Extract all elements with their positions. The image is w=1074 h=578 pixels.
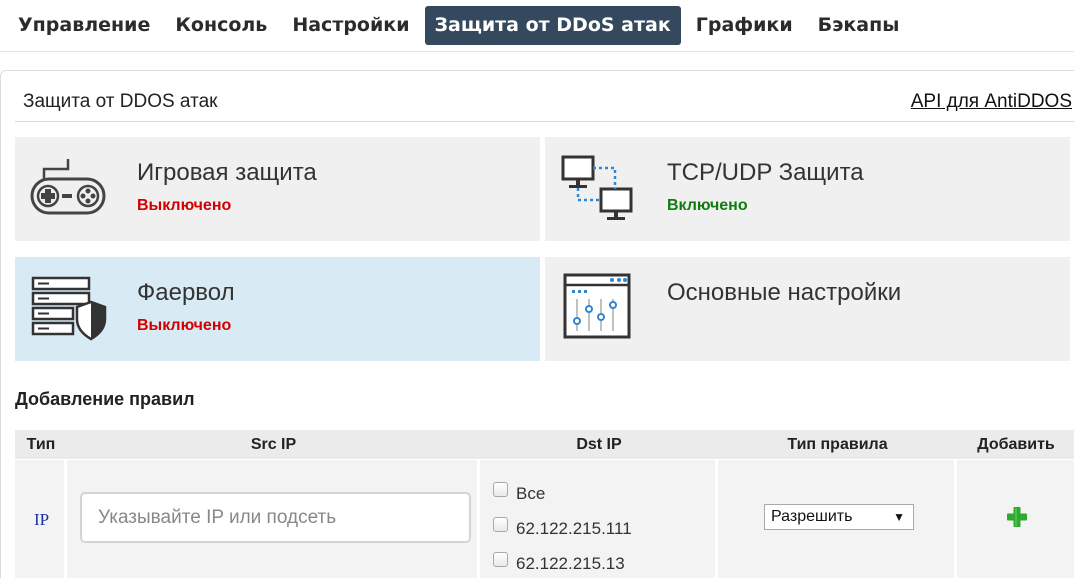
top-navigation: Управление Консоль Настройки Защита от D… xyxy=(0,0,1074,52)
table-row: IP Указывайте IP или подсеть Все 62.122.… xyxy=(15,460,1074,578)
add-rules-title: Добавление правил xyxy=(15,389,195,409)
checkbox[interactable] xyxy=(493,516,508,532)
nav-tab-backups[interactable]: Бэкапы xyxy=(808,6,910,45)
rule-type-cell: Разрешить ▼ xyxy=(718,460,957,578)
header-add: Добавить xyxy=(977,436,1055,453)
plus-icon[interactable] xyxy=(1006,506,1028,528)
tile-title: TCP/UDP Защита xyxy=(667,159,864,186)
divider xyxy=(15,121,1074,122)
dst-option-ip-1[interactable]: 62.122.215.111 xyxy=(493,516,632,539)
tile-title: Игровая защита xyxy=(137,159,317,186)
dst-ip-cell: Все 62.122.215.111 62.122.215.13 xyxy=(480,460,718,578)
type-link[interactable]: IP xyxy=(34,510,49,530)
nav-tab-settings[interactable]: Настройки xyxy=(282,6,419,45)
header-type: Тип xyxy=(26,436,56,453)
dst-option-all[interactable]: Все xyxy=(493,481,546,504)
status-label: Выключено xyxy=(137,197,232,214)
dst-option-label: 62.122.215.13 xyxy=(516,554,625,573)
tile-firewall[interactable]: Фаервол Выключено xyxy=(15,257,540,361)
firewall-icon xyxy=(31,276,107,341)
src-ip-input[interactable]: Указывайте IP или подсеть xyxy=(80,492,471,543)
panel-title: Защита от DDOS атак xyxy=(23,91,218,112)
nav-tab-graphs[interactable]: Графики xyxy=(686,6,803,45)
nav-tab-management[interactable]: Управление xyxy=(8,6,160,45)
checkbox[interactable] xyxy=(493,481,508,497)
rules-table: Тип Src IP Dst IP Тип правила Добавить I… xyxy=(15,430,1074,578)
api-antiddos-link[interactable]: API для AntiDDOS xyxy=(911,91,1072,113)
gamepad-icon xyxy=(30,159,106,215)
status-label: Включено xyxy=(667,197,748,214)
dropdown-arrow-icon: ▼ xyxy=(893,510,905,524)
header-rule-type: Тип правила xyxy=(787,436,888,453)
nav-tab-console[interactable]: Консоль xyxy=(165,6,277,45)
nav-tab-ddos-protection[interactable]: Защита от DDoS атак xyxy=(424,6,681,45)
tile-title: Основные настройки xyxy=(667,279,902,306)
header-src-ip: Src IP xyxy=(250,436,297,453)
network-icon xyxy=(561,155,633,220)
settings-sliders-icon xyxy=(563,273,631,339)
src-ip-cell: Указывайте IP или подсеть xyxy=(67,460,480,578)
ddos-panel: Защита от DDOS атак API для AntiDDOS Игр… xyxy=(0,70,1074,578)
rule-type-value: Разрешить xyxy=(771,508,853,525)
add-cell xyxy=(957,460,1074,578)
dst-option-ip-2[interactable]: 62.122.215.13 xyxy=(493,551,625,574)
table-header: Тип Src IP Dst IP Тип правила Добавить xyxy=(15,430,1074,459)
checkbox[interactable] xyxy=(493,551,508,567)
status-label: Выключено xyxy=(137,317,232,334)
dst-option-label: Все xyxy=(516,484,546,503)
rule-type-select[interactable]: Разрешить ▼ xyxy=(764,504,914,530)
type-cell: IP xyxy=(15,460,67,578)
tile-title: Фаервол xyxy=(137,279,235,306)
tile-tcp-udp-protection[interactable]: TCP/UDP Защита Включено xyxy=(545,137,1070,241)
dst-option-label: 62.122.215.111 xyxy=(516,519,632,538)
header-dst-ip: Dst IP xyxy=(576,436,622,453)
tile-main-settings[interactable]: Основные настройки xyxy=(545,257,1070,361)
tile-game-protection[interactable]: Игровая защита Выключено xyxy=(15,137,540,241)
